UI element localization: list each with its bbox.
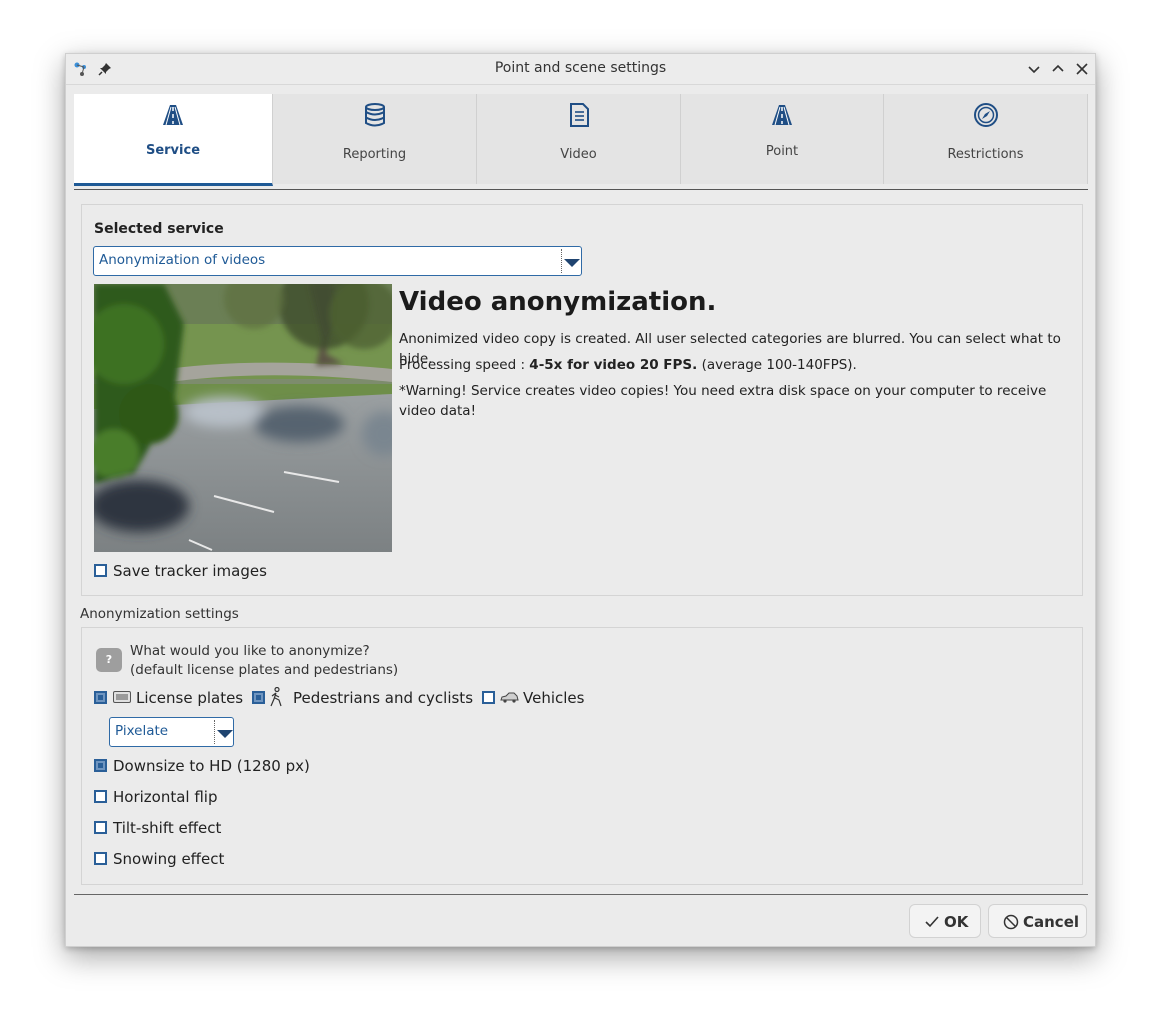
tab-service[interactable]: Service: [74, 94, 273, 186]
tab-point-label: Point: [765, 144, 799, 159]
vehicles-checkbox[interactable]: [482, 691, 495, 704]
tab-restrictions-label: Restrictions: [947, 147, 1024, 162]
cancel-icon: [1003, 914, 1019, 930]
pedestrians-label[interactable]: Pedestrians and cyclists: [293, 689, 473, 707]
chevron-down-icon[interactable]: [217, 730, 233, 738]
anonymization-method-select[interactable]: Pixelate: [109, 717, 234, 747]
title-bar: Point and scene settings: [66, 54, 1095, 85]
horizontal-flip-checkbox[interactable]: [94, 790, 107, 803]
pedestrian-icon: [270, 687, 282, 707]
anonymize-question: What would you like to anonymize? (defau…: [130, 642, 398, 680]
pedestrians-checkbox[interactable]: [252, 691, 265, 704]
selected-service-label: Selected service: [94, 221, 224, 237]
downsize-label[interactable]: Downsize to HD (1280 px): [113, 757, 310, 775]
ok-label: OK: [944, 913, 969, 931]
ok-button[interactable]: OK: [909, 904, 981, 938]
snowing-checkbox[interactable]: [94, 852, 107, 865]
service-select-value: Anonymization of videos: [99, 252, 266, 268]
processing-speed: Processing speed : 4-5x for video 20 FPS…: [399, 355, 857, 375]
road-icon: [772, 105, 792, 126]
tab-video-label: Video: [560, 147, 597, 162]
question-line-2: (default license plates and pedestrians): [130, 662, 399, 678]
license-plate-icon: [113, 691, 131, 703]
combo-separator: [214, 720, 215, 744]
road-icon: [163, 105, 183, 126]
tabs-divider: [74, 189, 1088, 190]
minimize-button[interactable]: [1024, 59, 1044, 79]
service-select[interactable]: Anonymization of videos: [93, 246, 582, 276]
speed-suffix: (average 100-140FPS).: [697, 357, 857, 373]
compass-icon: [973, 103, 998, 127]
tab-reporting-label: Reporting: [342, 147, 407, 162]
snowing-label[interactable]: Snowing effect: [113, 850, 224, 868]
speed-bold: 4-5x for video 20 FPS.: [529, 357, 698, 373]
tab-point[interactable]: Point: [681, 94, 884, 184]
anonymization-section-title: Anonymization settings: [80, 606, 239, 622]
save-tracker-label[interactable]: Save tracker images: [113, 562, 267, 580]
tab-service-label: Service: [145, 143, 201, 158]
save-tracker-checkbox[interactable]: [94, 564, 107, 577]
license-plates-checkbox[interactable]: [94, 691, 107, 704]
cancel-button[interactable]: Cancel: [988, 904, 1087, 938]
settings-dialog: Point and scene settings Service Reporti…: [65, 53, 1096, 947]
tilt-shift-label[interactable]: Tilt-shift effect: [113, 819, 221, 837]
vehicles-label[interactable]: Vehicles: [523, 689, 584, 707]
horizontal-flip-label[interactable]: Horizontal flip: [113, 788, 218, 806]
check-icon: [925, 916, 939, 928]
service-group: Selected service Anonymization of videos: [81, 204, 1083, 596]
question-line-1: What would you like to anonymize?: [130, 643, 370, 659]
maximize-button[interactable]: [1048, 59, 1068, 79]
help-button[interactable]: ?: [96, 648, 122, 672]
window-title: Point and scene settings: [494, 60, 667, 76]
close-button[interactable]: [1072, 59, 1092, 79]
car-icon: [500, 692, 519, 703]
anonymization-group: ? What would you like to anonymize? (def…: [81, 627, 1083, 885]
chevron-down-icon[interactable]: [564, 259, 580, 267]
tab-bar: Service Reporting Video Point Restrictio…: [74, 94, 1088, 187]
tilt-shift-checkbox[interactable]: [94, 821, 107, 834]
combo-separator: [561, 249, 562, 273]
database-icon: [364, 103, 385, 127]
license-plates-label[interactable]: License plates: [136, 689, 243, 707]
anonymization-method-value: Pixelate: [115, 723, 169, 739]
tab-reporting[interactable]: Reporting: [273, 94, 477, 184]
cancel-label: Cancel: [1023, 913, 1080, 931]
tab-restrictions[interactable]: Restrictions: [884, 94, 1088, 184]
footer-divider: [74, 894, 1088, 895]
tab-video[interactable]: Video: [477, 94, 681, 184]
speed-prefix: Processing speed :: [399, 357, 530, 373]
service-preview-image: [94, 284, 392, 552]
downsize-checkbox[interactable]: [94, 759, 107, 772]
service-headline: Video anonymization.: [399, 287, 717, 317]
service-warning: *Warning! Service creates video copies! …: [399, 383, 1047, 419]
document-icon: [569, 103, 589, 127]
